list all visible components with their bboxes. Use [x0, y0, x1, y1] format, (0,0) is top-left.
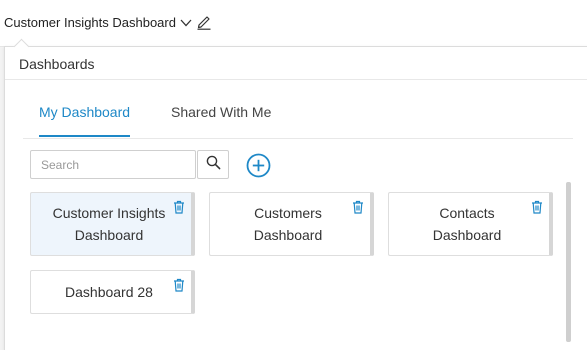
scrollbar[interactable] — [566, 182, 571, 342]
tab-my-dashboard[interactable]: My Dashboard — [39, 104, 131, 137]
plus-circle-icon — [246, 153, 271, 182]
tab-shared-with-me[interactable]: Shared With Me — [171, 104, 271, 135]
dashboard-card-name: Contacts Dashboard — [432, 205, 502, 243]
add-dashboard-button[interactable] — [246, 153, 271, 183]
dashboard-card[interactable]: Contacts Dashboard — [388, 192, 553, 256]
dashboard-card[interactable]: Dashboard 28 — [30, 270, 195, 314]
top-bar: Customer Insights Dashboard — [0, 0, 587, 47]
search-button[interactable] — [197, 150, 229, 179]
dashboard-card-name: Customer Insights Dashboard — [52, 205, 166, 243]
search-icon — [206, 155, 221, 175]
search-input[interactable] — [30, 150, 196, 179]
dashboards-panel: Dashboards My Dashboard Shared With Me C… — [4, 38, 587, 350]
dashboard-card-name: Dashboard 28 — [65, 284, 153, 300]
pencil-icon[interactable] — [196, 13, 212, 35]
chevron-down-icon — [180, 19, 192, 27]
dashboard-card-name: Customers Dashboard — [253, 205, 323, 243]
panel-title: Dashboards — [19, 56, 95, 72]
dashboard-tabs: My Dashboard Shared With Me — [23, 80, 573, 139]
trash-icon[interactable] — [173, 200, 185, 219]
dashboard-card[interactable]: Customers Dashboard — [209, 192, 374, 256]
trash-icon[interactable] — [173, 278, 185, 297]
dashboard-selector[interactable]: Customer Insights Dashboard — [4, 15, 192, 30]
trash-icon[interactable] — [352, 200, 364, 219]
dashboard-card[interactable]: Customer Insights Dashboard — [30, 192, 195, 256]
panel-header: Dashboards — [5, 47, 587, 80]
dashboard-title: Customer Insights Dashboard — [4, 15, 176, 30]
trash-icon[interactable] — [531, 200, 543, 219]
